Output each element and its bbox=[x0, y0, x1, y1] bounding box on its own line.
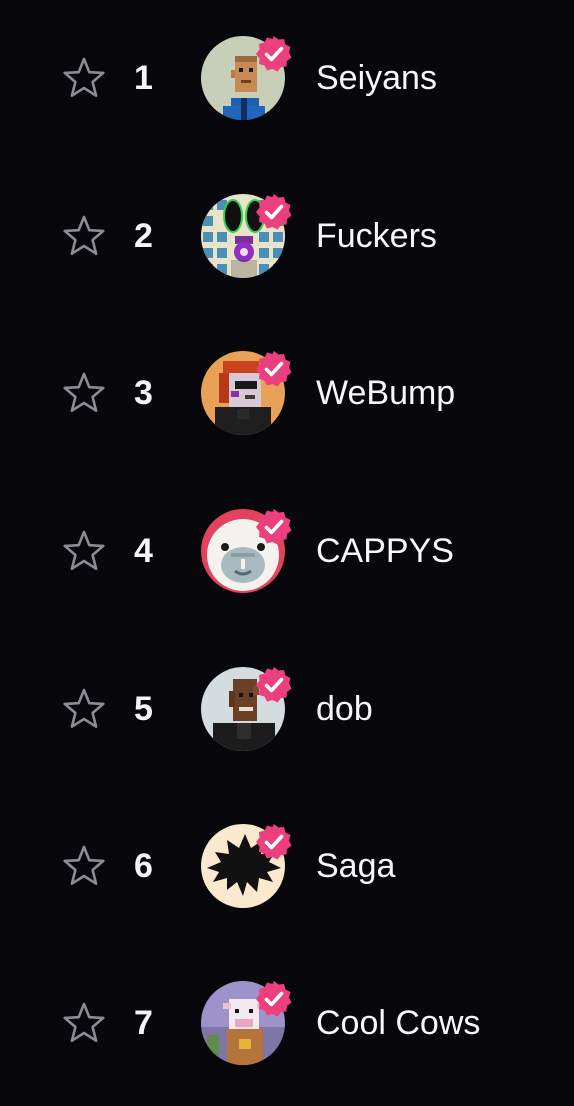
collection-row[interactable]: 3 WeBump bbox=[0, 323, 574, 463]
collection-name[interactable]: WeBump bbox=[316, 373, 455, 413]
verified-badge-icon bbox=[256, 981, 292, 1017]
verified-badge-icon bbox=[256, 351, 292, 387]
rank-number: 7 bbox=[134, 1004, 153, 1042]
collection-name[interactable]: CAPPYS bbox=[316, 531, 454, 571]
collection-name[interactable]: Fuckers bbox=[316, 216, 437, 256]
rank-number: 6 bbox=[134, 847, 153, 885]
verified-badge-icon bbox=[256, 194, 292, 230]
star-outline-icon[interactable] bbox=[60, 999, 108, 1047]
star-outline-icon[interactable] bbox=[60, 527, 108, 575]
collection-name[interactable]: Seiyans bbox=[316, 58, 437, 98]
rank-number: 1 bbox=[134, 59, 153, 97]
rank-number: 5 bbox=[134, 690, 153, 728]
collection-name[interactable]: Saga bbox=[316, 846, 395, 886]
collection-name[interactable]: Cool Cows bbox=[316, 1003, 480, 1043]
collection-row[interactable]: 5 dob bbox=[0, 639, 574, 779]
verified-badge-icon bbox=[256, 824, 292, 860]
rank-number: 3 bbox=[134, 374, 153, 412]
collection-row[interactable]: 2 Fuckers bbox=[0, 166, 574, 306]
star-outline-icon[interactable] bbox=[60, 842, 108, 890]
collection-row[interactable]: 7 Cool Cows bbox=[0, 953, 574, 1093]
collection-row[interactable]: 6 Saga bbox=[0, 796, 574, 936]
star-outline-icon[interactable] bbox=[60, 685, 108, 733]
collection-row[interactable]: 1 Seiyans bbox=[0, 8, 574, 148]
star-outline-icon[interactable] bbox=[60, 369, 108, 417]
collection-ranking-list: 1 Seiyans 2 Fuckers 3 WeBump 4 CAPPYS 5 … bbox=[0, 0, 574, 1106]
collection-name[interactable]: dob bbox=[316, 689, 373, 729]
collection-row[interactable]: 4 CAPPYS bbox=[0, 481, 574, 621]
rank-number: 4 bbox=[134, 532, 153, 570]
rank-number: 2 bbox=[134, 217, 153, 255]
verified-badge-icon bbox=[256, 667, 292, 703]
verified-badge-icon bbox=[256, 36, 292, 72]
star-outline-icon[interactable] bbox=[60, 54, 108, 102]
verified-badge-icon bbox=[256, 509, 292, 545]
star-outline-icon[interactable] bbox=[60, 212, 108, 260]
